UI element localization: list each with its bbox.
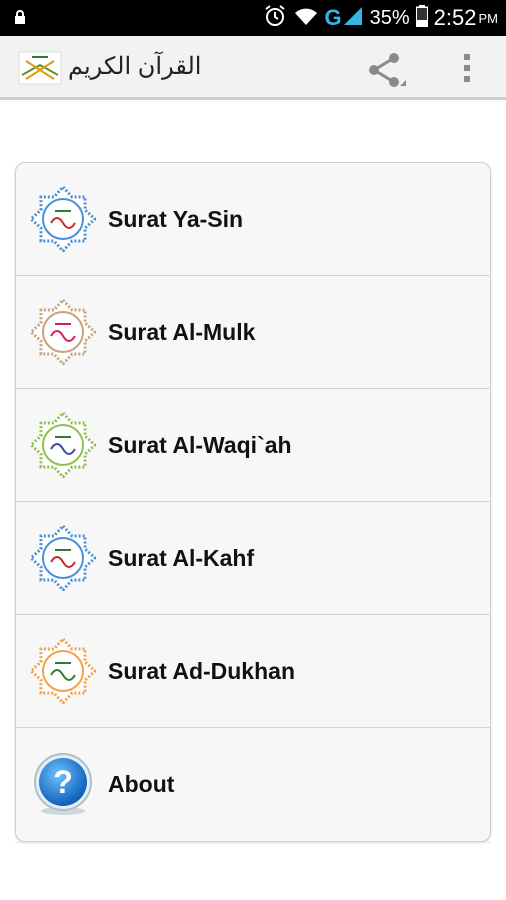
network-type: G <box>324 5 342 30</box>
list-item-surat-ya-sin[interactable]: Surat Ya-Sin <box>16 163 490 276</box>
list-item-about[interactable]: ? About <box>16 728 490 841</box>
surah-emblem-icon <box>28 636 98 706</box>
battery-icon <box>415 4 429 32</box>
action-bar: القرآن الكريم <box>0 36 506 100</box>
surah-emblem-icon <box>28 297 98 367</box>
list-item-label: Surat Al-Waqi`ah <box>108 432 292 458</box>
share-icon[interactable] <box>366 50 406 90</box>
surah-emblem-icon <box>28 410 98 480</box>
clock-time: 2:52 <box>433 5 477 30</box>
list-item-surat-al-waqiah[interactable]: Surat Al-Waqi`ah <box>16 389 490 502</box>
overflow-menu-icon[interactable] <box>455 50 479 86</box>
divider <box>15 842 491 843</box>
surah-emblem-icon <box>28 523 98 593</box>
alarm-icon <box>263 4 287 33</box>
surah-menu-list: Surat Ya-Sin Surat Al-Mulk Surat Al-Waqi… <box>15 162 491 842</box>
quran-book-icon[interactable] <box>18 51 62 85</box>
list-item-label: Surat Al-Mulk <box>108 319 256 345</box>
list-item-surat-ad-dukhan[interactable]: Surat Ad-Dukhan <box>16 615 490 728</box>
surah-emblem-icon <box>28 184 98 254</box>
list-item-label: Surat Ya-Sin <box>108 206 244 232</box>
lock-icon <box>14 10 26 29</box>
clock-ampm: PM <box>478 10 499 26</box>
svg-text:?: ? <box>53 764 73 800</box>
status-bar: G 35% 2:52 PM <box>0 0 506 36</box>
wifi-icon <box>293 5 319 32</box>
help-question-icon: ? <box>30 751 96 817</box>
signal-icon <box>342 5 364 32</box>
list-item-label: About <box>108 771 175 797</box>
battery-percent: 35% <box>369 6 410 29</box>
list-item-label: Surat Ad-Dukhan <box>108 658 295 684</box>
list-item-label: Surat Al-Kahf <box>108 545 255 571</box>
list-item-surat-al-mulk[interactable]: Surat Al-Mulk <box>16 276 490 389</box>
app-title: القرآن الكريم <box>68 53 202 80</box>
list-item-surat-al-kahf[interactable]: Surat Al-Kahf <box>16 502 490 615</box>
